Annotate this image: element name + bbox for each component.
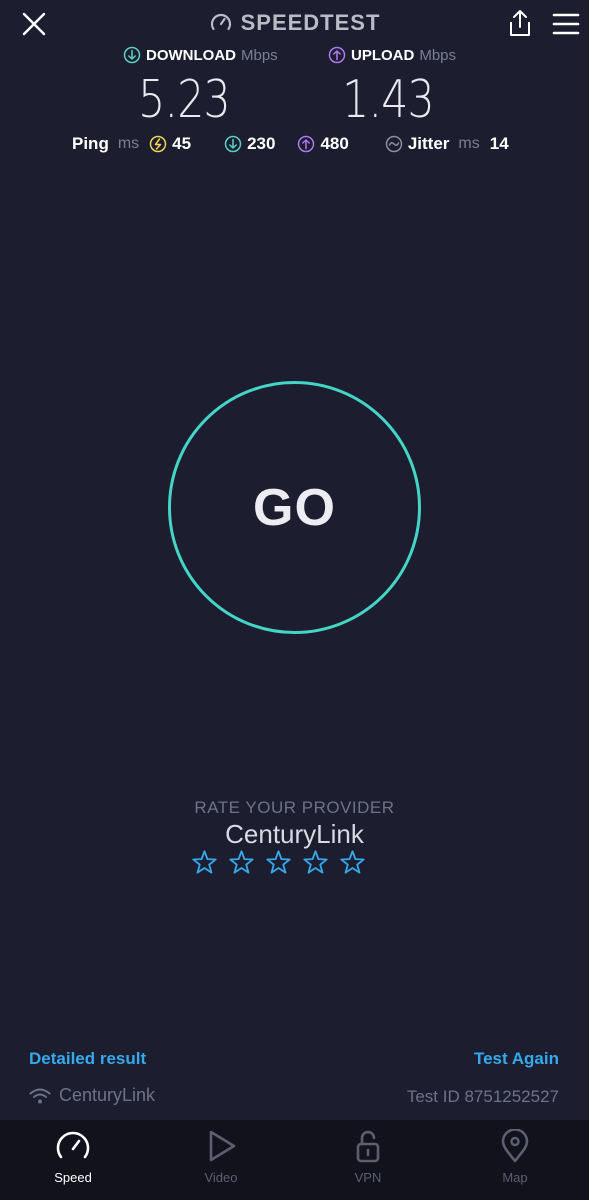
detailed-result-link[interactable]: Detailed result xyxy=(29,1049,146,1069)
star-icon-4[interactable] xyxy=(302,849,329,876)
menu-button[interactable] xyxy=(551,12,581,36)
star-icon-2[interactable] xyxy=(228,849,255,876)
rate-provider-label: RATE YOUR PROVIDER xyxy=(194,798,395,817)
upload-latency-icon xyxy=(298,135,315,153)
stats-row: Ping ms 45 230 480 Jitter ms 14 xyxy=(72,134,509,154)
brand-title: SPEEDTEST xyxy=(240,10,381,35)
download-arrow-icon xyxy=(123,46,141,64)
star-icon-3[interactable] xyxy=(265,849,292,876)
nav-map[interactable]: Map xyxy=(465,1120,565,1200)
ping-stat: Ping ms 45 xyxy=(72,134,191,154)
upload-label: UPLOAD xyxy=(351,46,415,64)
nav-video[interactable]: Video xyxy=(171,1120,271,1200)
speedometer-logo-icon xyxy=(210,13,231,31)
test-id: Test ID 8751252527 xyxy=(406,1087,559,1106)
provider-name: CenturyLink xyxy=(225,819,364,849)
nav-video-label: Video xyxy=(204,1170,238,1185)
jitter-value: 14 xyxy=(489,134,509,153)
upload-value: 1.43 xyxy=(342,70,434,130)
nav-map-label: Map xyxy=(502,1170,528,1185)
go-label: GO xyxy=(253,478,336,537)
download-label: DOWNLOAD xyxy=(146,46,236,64)
download-latency-icon xyxy=(224,135,242,153)
go-button[interactable]: GO xyxy=(168,381,421,634)
star-icon-5[interactable] xyxy=(339,849,366,876)
bottom-nav: Speed Video VPN Map xyxy=(0,1120,589,1200)
download-header: DOWNLOAD Mbps xyxy=(123,46,278,64)
map-pin-icon xyxy=(501,1129,529,1163)
download-unit: Mbps xyxy=(241,46,278,64)
share-button[interactable] xyxy=(505,8,535,38)
ping-label: Ping xyxy=(72,134,109,153)
unlock-icon xyxy=(356,1130,380,1163)
star-icon-1[interactable] xyxy=(191,849,218,876)
ping-icon xyxy=(149,135,167,153)
star-rating xyxy=(191,849,366,876)
upload-unit: Mbps xyxy=(419,46,457,64)
upload-latency-value: 480 xyxy=(320,134,349,153)
app-brand: SPEEDTEST xyxy=(0,10,589,36)
test-again-link[interactable]: Test Again xyxy=(474,1049,559,1069)
jitter-stat: Jitter ms 14 xyxy=(385,134,509,154)
speedometer-icon xyxy=(56,1131,90,1159)
download-latency-value: 230 xyxy=(247,134,276,153)
jitter-unit: ms xyxy=(458,135,480,152)
isp-name: CenturyLink xyxy=(59,1085,156,1105)
ping-unit: ms xyxy=(117,135,140,152)
isp-info: CenturyLink xyxy=(29,1085,155,1106)
upload-arrow-icon xyxy=(328,46,346,64)
hamburger-menu-icon xyxy=(552,13,580,35)
jitter-icon xyxy=(385,135,403,153)
nav-vpn[interactable]: VPN xyxy=(318,1120,418,1200)
jitter-label: Jitter xyxy=(407,134,450,153)
nav-speed-label: Speed xyxy=(54,1170,92,1185)
upload-latency-stat: 480 xyxy=(297,134,349,154)
nav-vpn-label: VPN xyxy=(354,1170,382,1185)
share-icon xyxy=(510,10,530,36)
play-icon xyxy=(209,1130,236,1162)
download-value: 5.23 xyxy=(138,70,230,130)
wifi-icon xyxy=(29,1088,51,1103)
upload-header: UPLOAD Mbps xyxy=(328,46,456,64)
nav-speed[interactable]: Speed xyxy=(23,1120,123,1200)
download-latency-stat: 230 xyxy=(224,134,275,154)
ping-value: 45 xyxy=(172,134,192,153)
